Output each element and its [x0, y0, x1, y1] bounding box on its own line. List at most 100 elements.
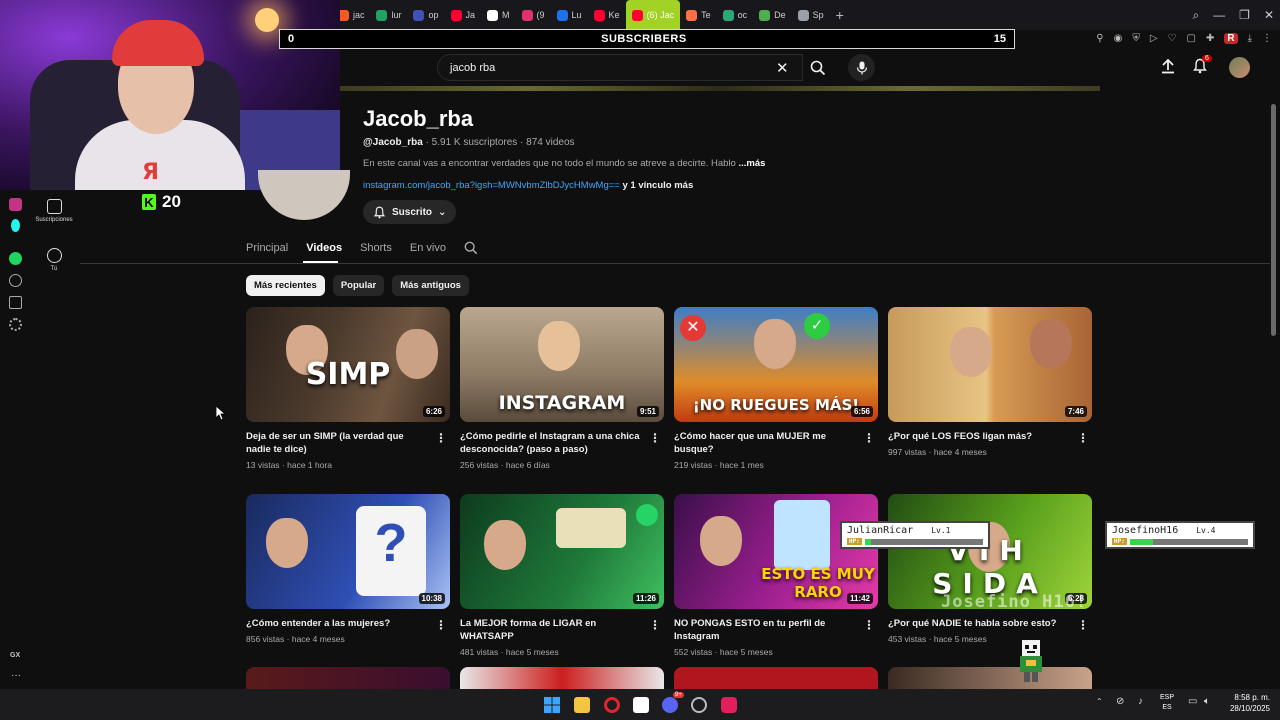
new-tab-button[interactable]: +	[830, 7, 850, 23]
tray-chevron-icon[interactable]: ⌃	[1096, 697, 1103, 706]
video-card[interactable]: 11:26 La MEJOR forma de LIGAR en WHATSAP…	[460, 494, 664, 657]
channel-description[interactable]: En este canal vas a encontrar verdades q…	[363, 158, 783, 169]
chip-oldest[interactable]: Más antiguos	[392, 275, 469, 296]
account-avatar[interactable]	[1229, 57, 1250, 78]
volume-icon[interactable]: 🔈︎	[1204, 696, 1210, 707]
more-actions-icon[interactable]: ⋮	[649, 618, 661, 632]
browser-tab[interactable]: Ja	[445, 0, 482, 30]
spotify-icon[interactable]	[9, 252, 22, 265]
video-title[interactable]: Deja de ser un SIMP (la verdad que nadie…	[246, 430, 431, 456]
voice-search-button[interactable]	[848, 54, 875, 81]
browser-tab[interactable]: Sp	[792, 0, 830, 30]
create-button[interactable]	[1160, 58, 1176, 79]
video-title[interactable]: ¿Cómo entender a las mujeres?	[246, 617, 431, 630]
tab-shorts[interactable]: Shorts	[360, 242, 392, 254]
maximize-icon[interactable]: ❐	[1239, 8, 1250, 22]
puzzle-icon[interactable]: ✚	[1206, 33, 1214, 44]
heart-icon[interactable]: ♡	[1168, 33, 1177, 44]
subscribed-button[interactable]: Suscrito ⌄	[363, 200, 457, 224]
video-card[interactable]: ? 10:38 ¿Cómo entender a las mujeres? 85…	[246, 494, 450, 644]
more-actions-icon[interactable]: ⋮	[435, 618, 447, 632]
browser-tab[interactable]: op	[407, 0, 444, 30]
search-tabs-icon[interactable]: ⌕	[1192, 8, 1199, 23]
discord-icon[interactable]	[662, 697, 678, 713]
video-title[interactable]: ¿Cómo hacer que una MUJER me busque?	[674, 430, 859, 456]
video-thumbnail[interactable]: ? 10:38	[246, 494, 450, 609]
more-actions-icon[interactable]: ⋮	[863, 618, 875, 632]
more-actions-icon[interactable]: ⋮	[435, 431, 447, 445]
browser-tab[interactable]: oc	[717, 0, 754, 30]
video-card[interactable]: ESTO ES MUY RARO 11:42 NO PONGAS ESTO en…	[674, 494, 878, 657]
page-scrollbar[interactable]	[1271, 104, 1276, 336]
opera-gx-icon[interactable]	[691, 697, 707, 713]
video-title[interactable]: ¿Por qué NADIE te habla sobre esto?	[888, 617, 1073, 630]
display-icon[interactable]: ▭	[1188, 696, 1197, 707]
browser-tab[interactable]: (9	[516, 0, 551, 30]
clear-search-icon[interactable]: ✕	[776, 59, 789, 77]
windows-start-icon[interactable]	[544, 697, 560, 713]
system-clock[interactable]: 8:58 p. m. 28/10/2025	[1230, 692, 1270, 714]
chip-latest[interactable]: Más recientes	[246, 275, 325, 296]
video-thumbnail[interactable]: ESTO ES MUY RARO 11:42	[674, 494, 878, 609]
browser-tab[interactable]: De	[753, 0, 792, 30]
channel-links[interactable]: instagram.com/jacob_rba?igsh=MWNvbmZlbDJ…	[363, 180, 693, 191]
menu-icon[interactable]: ⋮	[1262, 33, 1272, 44]
channel-handle[interactable]: @Jacob_rba	[363, 137, 423, 148]
guide-subscriptions[interactable]: Suscripciones	[32, 199, 76, 223]
download-icon[interactable]: ⤓	[1248, 33, 1252, 44]
search-input[interactable]: jacob rba	[437, 54, 803, 81]
notifications-button[interactable]: 6	[1192, 55, 1212, 79]
browser-tab[interactable]: M	[481, 0, 516, 30]
video-thumbnail[interactable]: 11:26	[460, 494, 664, 609]
description-more[interactable]: ...más	[738, 158, 765, 169]
tab-principal[interactable]: Principal	[246, 242, 288, 254]
video-thumbnail[interactable]: INSTAGRAM 9:51	[460, 307, 664, 422]
tiktok-app-icon[interactable]	[721, 697, 737, 713]
browser-tab[interactable]: Lu	[551, 0, 588, 30]
tab-videos[interactable]: Videos	[306, 242, 342, 254]
video-title[interactable]: La MEJOR forma de LIGAR en WHATSAPP	[460, 617, 645, 643]
mic-tray-icon[interactable]: ♪	[1138, 696, 1143, 707]
video-title[interactable]: NO PONGAS ESTO en tu perfil de Instagram	[674, 617, 859, 643]
more-actions-icon[interactable]: ⋮	[1077, 618, 1089, 632]
channel-search-icon[interactable]	[464, 241, 478, 255]
instagram-icon[interactable]	[9, 198, 22, 211]
video-card[interactable]: ✕ ✓ ¡NO RUEGUES MÁS! 6:56 ¿Cómo hacer qu…	[674, 307, 878, 470]
capcut-icon[interactable]	[633, 697, 649, 713]
extensions-icon[interactable]	[9, 296, 22, 309]
camera-icon[interactable]: ◉	[1114, 33, 1123, 44]
chip-popular[interactable]: Popular	[332, 275, 385, 296]
video-title[interactable]: ¿Cómo pedirle el Instagram a una chica d…	[460, 430, 645, 456]
settings-icon[interactable]	[9, 318, 22, 331]
tiktok-icon[interactable]	[11, 219, 20, 232]
tab-live[interactable]: En vivo	[410, 242, 446, 254]
browser-tab[interactable]: (6) Jac	[625, 0, 681, 30]
video-thumbnail[interactable]: 7:46	[888, 307, 1092, 422]
shield-icon[interactable]: ⛨	[1132, 33, 1140, 44]
video-thumbnail[interactable]	[674, 667, 878, 689]
video-thumbnail[interactable]	[246, 667, 450, 689]
video-title[interactable]: ¿Por qué LOS FEOS ligan más?	[888, 430, 1073, 443]
browser-tab[interactable]: Te	[680, 0, 717, 30]
input-language[interactable]: ESP ES	[1160, 693, 1174, 713]
history-icon[interactable]	[9, 274, 22, 287]
extension-icon[interactable]: ▢	[1187, 33, 1196, 44]
more-actions-icon[interactable]: ⋮	[1077, 431, 1089, 445]
instagram-link[interactable]: instagram.com/jacob_rba?igsh=MWNvbmZlbDJ…	[363, 180, 620, 191]
opera-icon[interactable]	[604, 697, 620, 713]
channel-avatar[interactable]	[258, 170, 350, 220]
close-window-icon[interactable]: ✕	[1264, 8, 1274, 22]
more-actions-icon[interactable]: ⋮	[863, 431, 875, 445]
profile-r-icon[interactable]: R	[1224, 32, 1238, 44]
video-thumbnail[interactable]	[888, 667, 1092, 689]
bookmark-icon[interactable]: ⚲	[1096, 33, 1103, 44]
video-thumbnail[interactable]: ✕ ✓ ¡NO RUEGUES MÁS! 6:56	[674, 307, 878, 422]
play-icon[interactable]: ▷	[1150, 33, 1158, 44]
video-card[interactable]: INSTAGRAM 9:51 ¿Cómo pedirle el Instagra…	[460, 307, 664, 470]
video-card[interactable]: VIH SIDA 6:28 ¿Por qué NADIE te habla so…	[888, 494, 1092, 644]
search-button[interactable]	[803, 54, 833, 81]
more-icon[interactable]: ···	[11, 670, 21, 681]
video-card[interactable]: 7:46 ¿Por qué LOS FEOS ligan más? 997 vi…	[888, 307, 1092, 457]
guide-you[interactable]: Tú	[32, 248, 76, 272]
video-thumbnail[interactable]	[460, 667, 664, 689]
